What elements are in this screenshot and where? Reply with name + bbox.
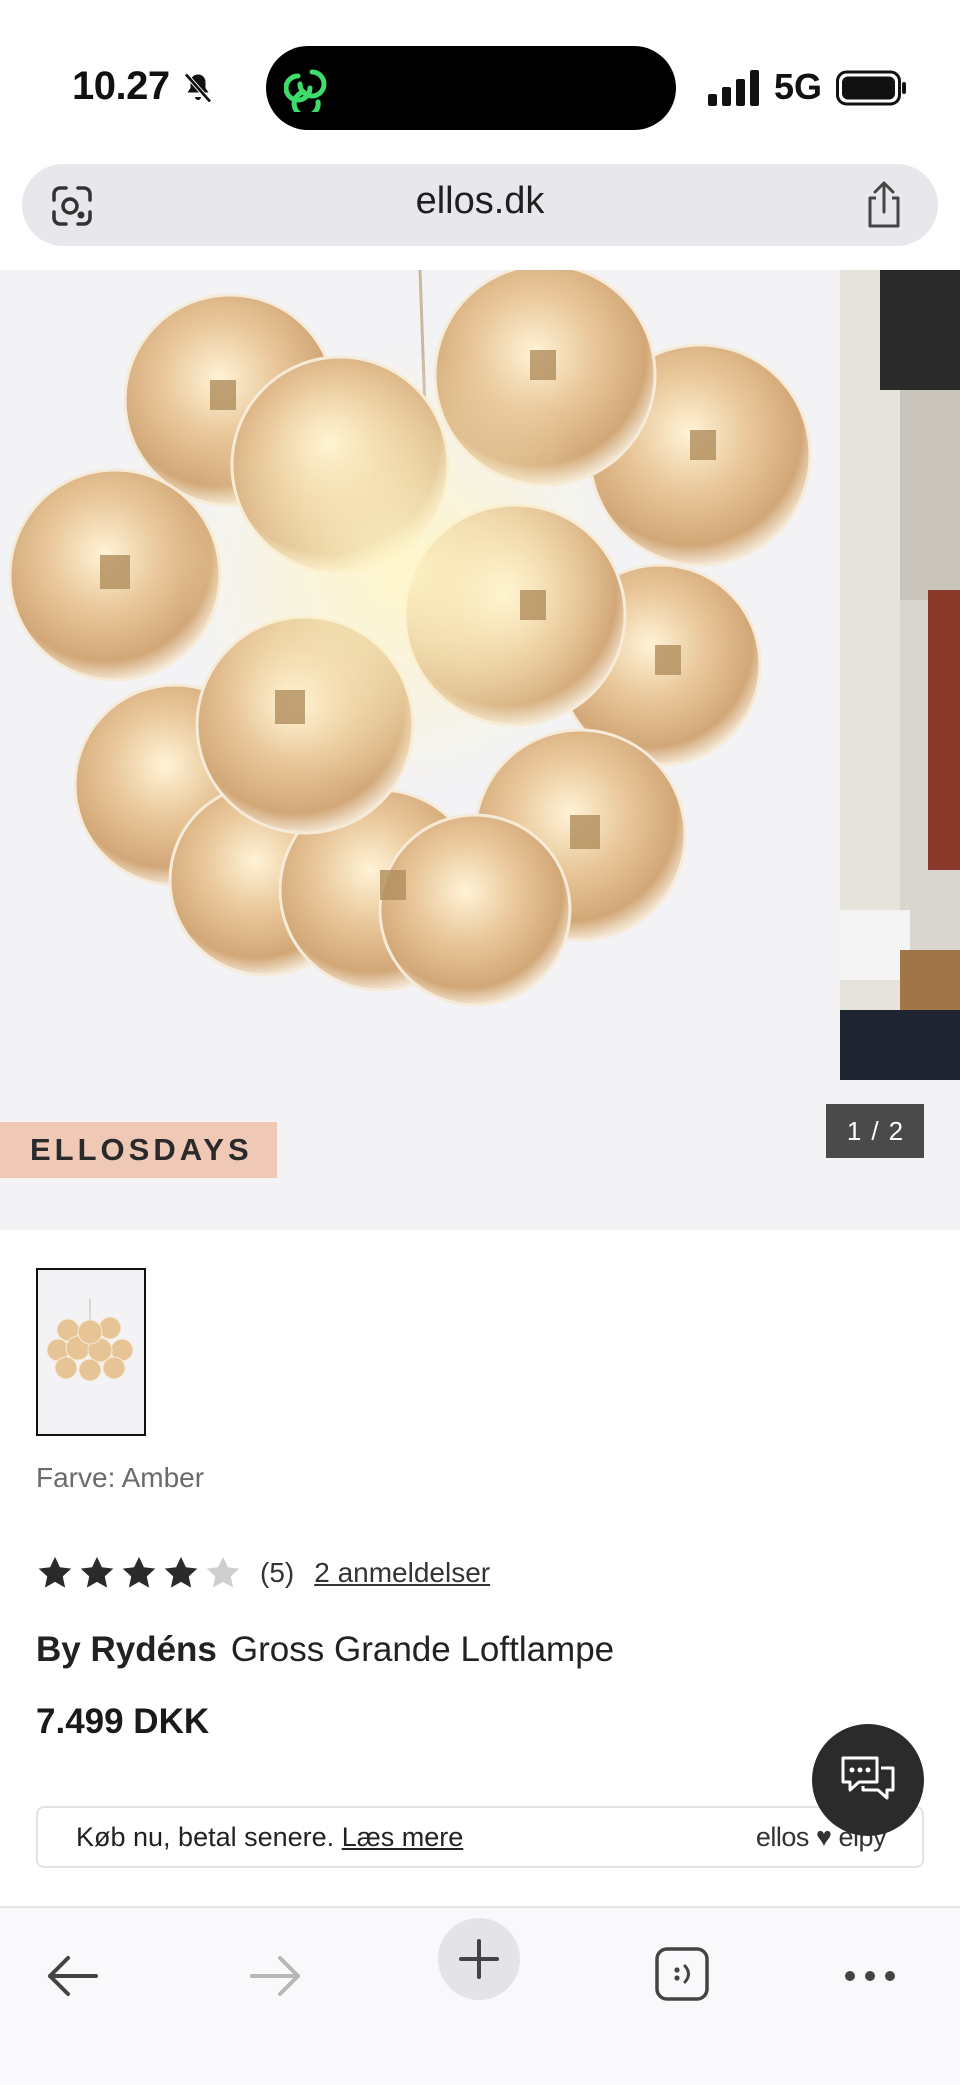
new-tab-button[interactable] [438, 1918, 520, 2000]
pager-total: 2 [888, 1115, 904, 1146]
link-chain-icon [284, 69, 327, 112]
pay-later-message: Køb nu, betal senere. [76, 1822, 335, 1852]
thumbnail-image [46, 1298, 134, 1382]
chat-button[interactable] [812, 1724, 924, 1836]
rating-count: (5) [260, 1557, 295, 1588]
promo-badge: ELLOSDAYS [0, 1122, 277, 1178]
pay-later-text: Køb nu, betal senere. Læs mere [76, 1822, 463, 1853]
pay-later-banner[interactable]: Køb nu, betal senere. Læs mere ellos ♥ e… [36, 1806, 924, 1868]
pager-separator: / [871, 1115, 879, 1146]
star-filled-icon [80, 1556, 114, 1588]
tabs-icon[interactable] [654, 1946, 710, 2002]
product-image-gallery[interactable]: ELLOSDAYS 1 / 2 [0, 270, 960, 1230]
status-time: 10.27 [72, 64, 170, 108]
star-filled-icon [122, 1556, 156, 1588]
color-label: Farve: Amber [36, 1462, 205, 1493]
status-bar: 10.27 5G [0, 0, 960, 160]
read-more-link[interactable]: Læs mere [342, 1822, 464, 1852]
forward-arrow-icon[interactable] [246, 1946, 306, 2006]
product-name: Gross Grande Loftlampe [230, 1630, 615, 1669]
battery-icon [836, 70, 906, 106]
browser-toolbar [0, 1906, 960, 2085]
bell-slash-icon [184, 73, 212, 103]
product-photo-chandelier[interactable] [0, 270, 834, 1080]
product-brand[interactable]: By Rydéns [36, 1630, 217, 1669]
product-title: By Rydéns Gross Grande Loftlampe [36, 1630, 614, 1670]
pager-current: 1 [846, 1115, 862, 1146]
star-empty-icon [206, 1556, 240, 1588]
signal-icon [708, 70, 759, 106]
product-rating: (5) 2 anmeldelser [36, 1554, 490, 1592]
share-icon[interactable] [862, 180, 906, 230]
star-filled-icon [164, 1556, 198, 1588]
network-type: 5G [774, 66, 823, 107]
url-text: ellos.dk [415, 180, 545, 222]
image-pager: 1 / 2 [826, 1104, 924, 1158]
rating-stars [36, 1554, 246, 1592]
more-dots-icon[interactable] [842, 1946, 898, 2006]
plus-icon [459, 1939, 499, 1979]
product-price: 7.499 DKK [36, 1702, 210, 1741]
back-arrow-icon[interactable] [42, 1946, 102, 2006]
chat-bubbles-icon [841, 1756, 895, 1800]
color-swatch-thumbnail[interactable] [36, 1268, 146, 1436]
star-filled-icon [38, 1556, 72, 1588]
reviews-link[interactable]: 2 anmeldelser [314, 1557, 490, 1589]
product-photo-room[interactable] [840, 270, 960, 1080]
